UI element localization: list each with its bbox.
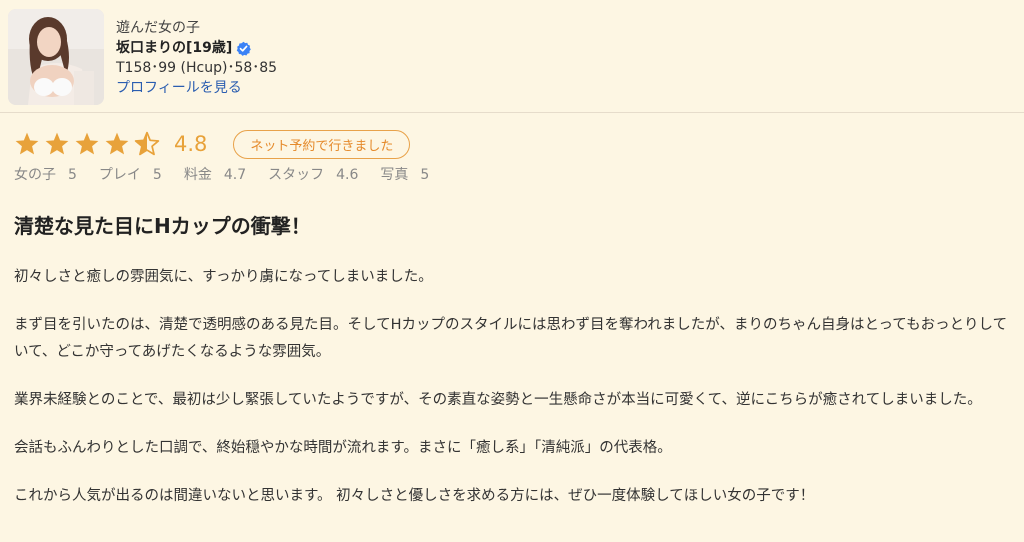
star-rating xyxy=(14,131,160,157)
divider xyxy=(0,112,1024,113)
star-full-icon xyxy=(75,132,99,155)
subscore-label: 写真 xyxy=(380,167,409,183)
subscore-value: 5 xyxy=(152,167,162,183)
body-stats: T158･99 (Hcup)･58･85 xyxy=(116,60,278,76)
star-full-icon xyxy=(15,132,39,155)
name-row: 坂口まりの[19歳] xyxy=(116,38,277,58)
girl-header: 遊んだ女の子 坂口まりの[19歳] T158･99 (Hcup)･58･85 プ… xyxy=(0,0,1024,112)
review-paragraph: これから人気が出るのは間違いないと思います。 初々しさと優しさを求める方には、ぜ… xyxy=(14,488,815,504)
subscore-value: 5 xyxy=(420,167,430,183)
rating-row: 4.8 ネット予約で行きました xyxy=(14,128,411,160)
review-paragraph: 業界未経験とのことで、最初は少し緊張していたようですが、その素直な姿勢と一生懸命… xyxy=(14,392,982,408)
avatar-photo xyxy=(8,9,104,105)
verified-badge-icon xyxy=(237,41,252,56)
star-full-icon xyxy=(105,132,129,155)
star-half-icon xyxy=(134,131,160,156)
star-full-icon xyxy=(45,132,69,155)
subscore-price: 料金 4.7 xyxy=(184,165,246,185)
subscore-girl: 女の子 5 xyxy=(14,165,77,185)
visit-type-badge: ネット予約で行きました xyxy=(233,129,411,159)
review-body: 初々しさと癒しの雰囲気に、すっかり虜になってしまいました。 まず目を引いたのは、… xyxy=(14,264,1020,531)
subscore-staff: スタッフ 4.6 xyxy=(268,165,358,185)
subscore-label: プレイ xyxy=(98,167,141,183)
review-title: 清楚な見た目にHカップの衝撃！ xyxy=(14,214,311,238)
avatar[interactable] xyxy=(8,9,104,105)
subscore-label: 料金 xyxy=(183,167,212,183)
subscore-value: 4.6 xyxy=(336,167,359,183)
girl-name[interactable]: 坂口まりの[19歳] xyxy=(116,38,232,58)
review-paragraph: まず目を引いたのは、清楚で透明感のある見た目。そしてHカップのスタイルには思わず… xyxy=(14,317,1008,360)
subscore-value: 4.7 xyxy=(223,167,247,183)
subscore-label: 女の子 xyxy=(14,167,56,183)
subscore-photo: 写真 5 xyxy=(380,165,429,185)
subscore-label: スタッフ xyxy=(268,167,325,183)
review-paragraph: 初々しさと癒しの雰囲気に、すっかり虜になってしまいました。 xyxy=(14,269,433,285)
rating-score: 4.8 xyxy=(174,132,208,156)
profile-link[interactable]: プロフィールを見る xyxy=(116,78,277,98)
subscore-play: プレイ 5 xyxy=(99,165,162,185)
section-caption: 遊んだ女の子 xyxy=(116,20,200,36)
review-paragraph: 会話もふんわりとした口調で、終始穏やかな時間が流れます。まさに「癒し系」「清純派… xyxy=(14,440,672,456)
subscore-value: 5 xyxy=(68,167,77,183)
subscores: 女の子 5 プレイ 5 料金 4.7 スタッフ 4.6 写真 5 xyxy=(14,165,451,185)
girl-info: 遊んだ女の子 坂口まりの[19歳] T158･99 (Hcup)･58･85 プ… xyxy=(116,18,277,98)
